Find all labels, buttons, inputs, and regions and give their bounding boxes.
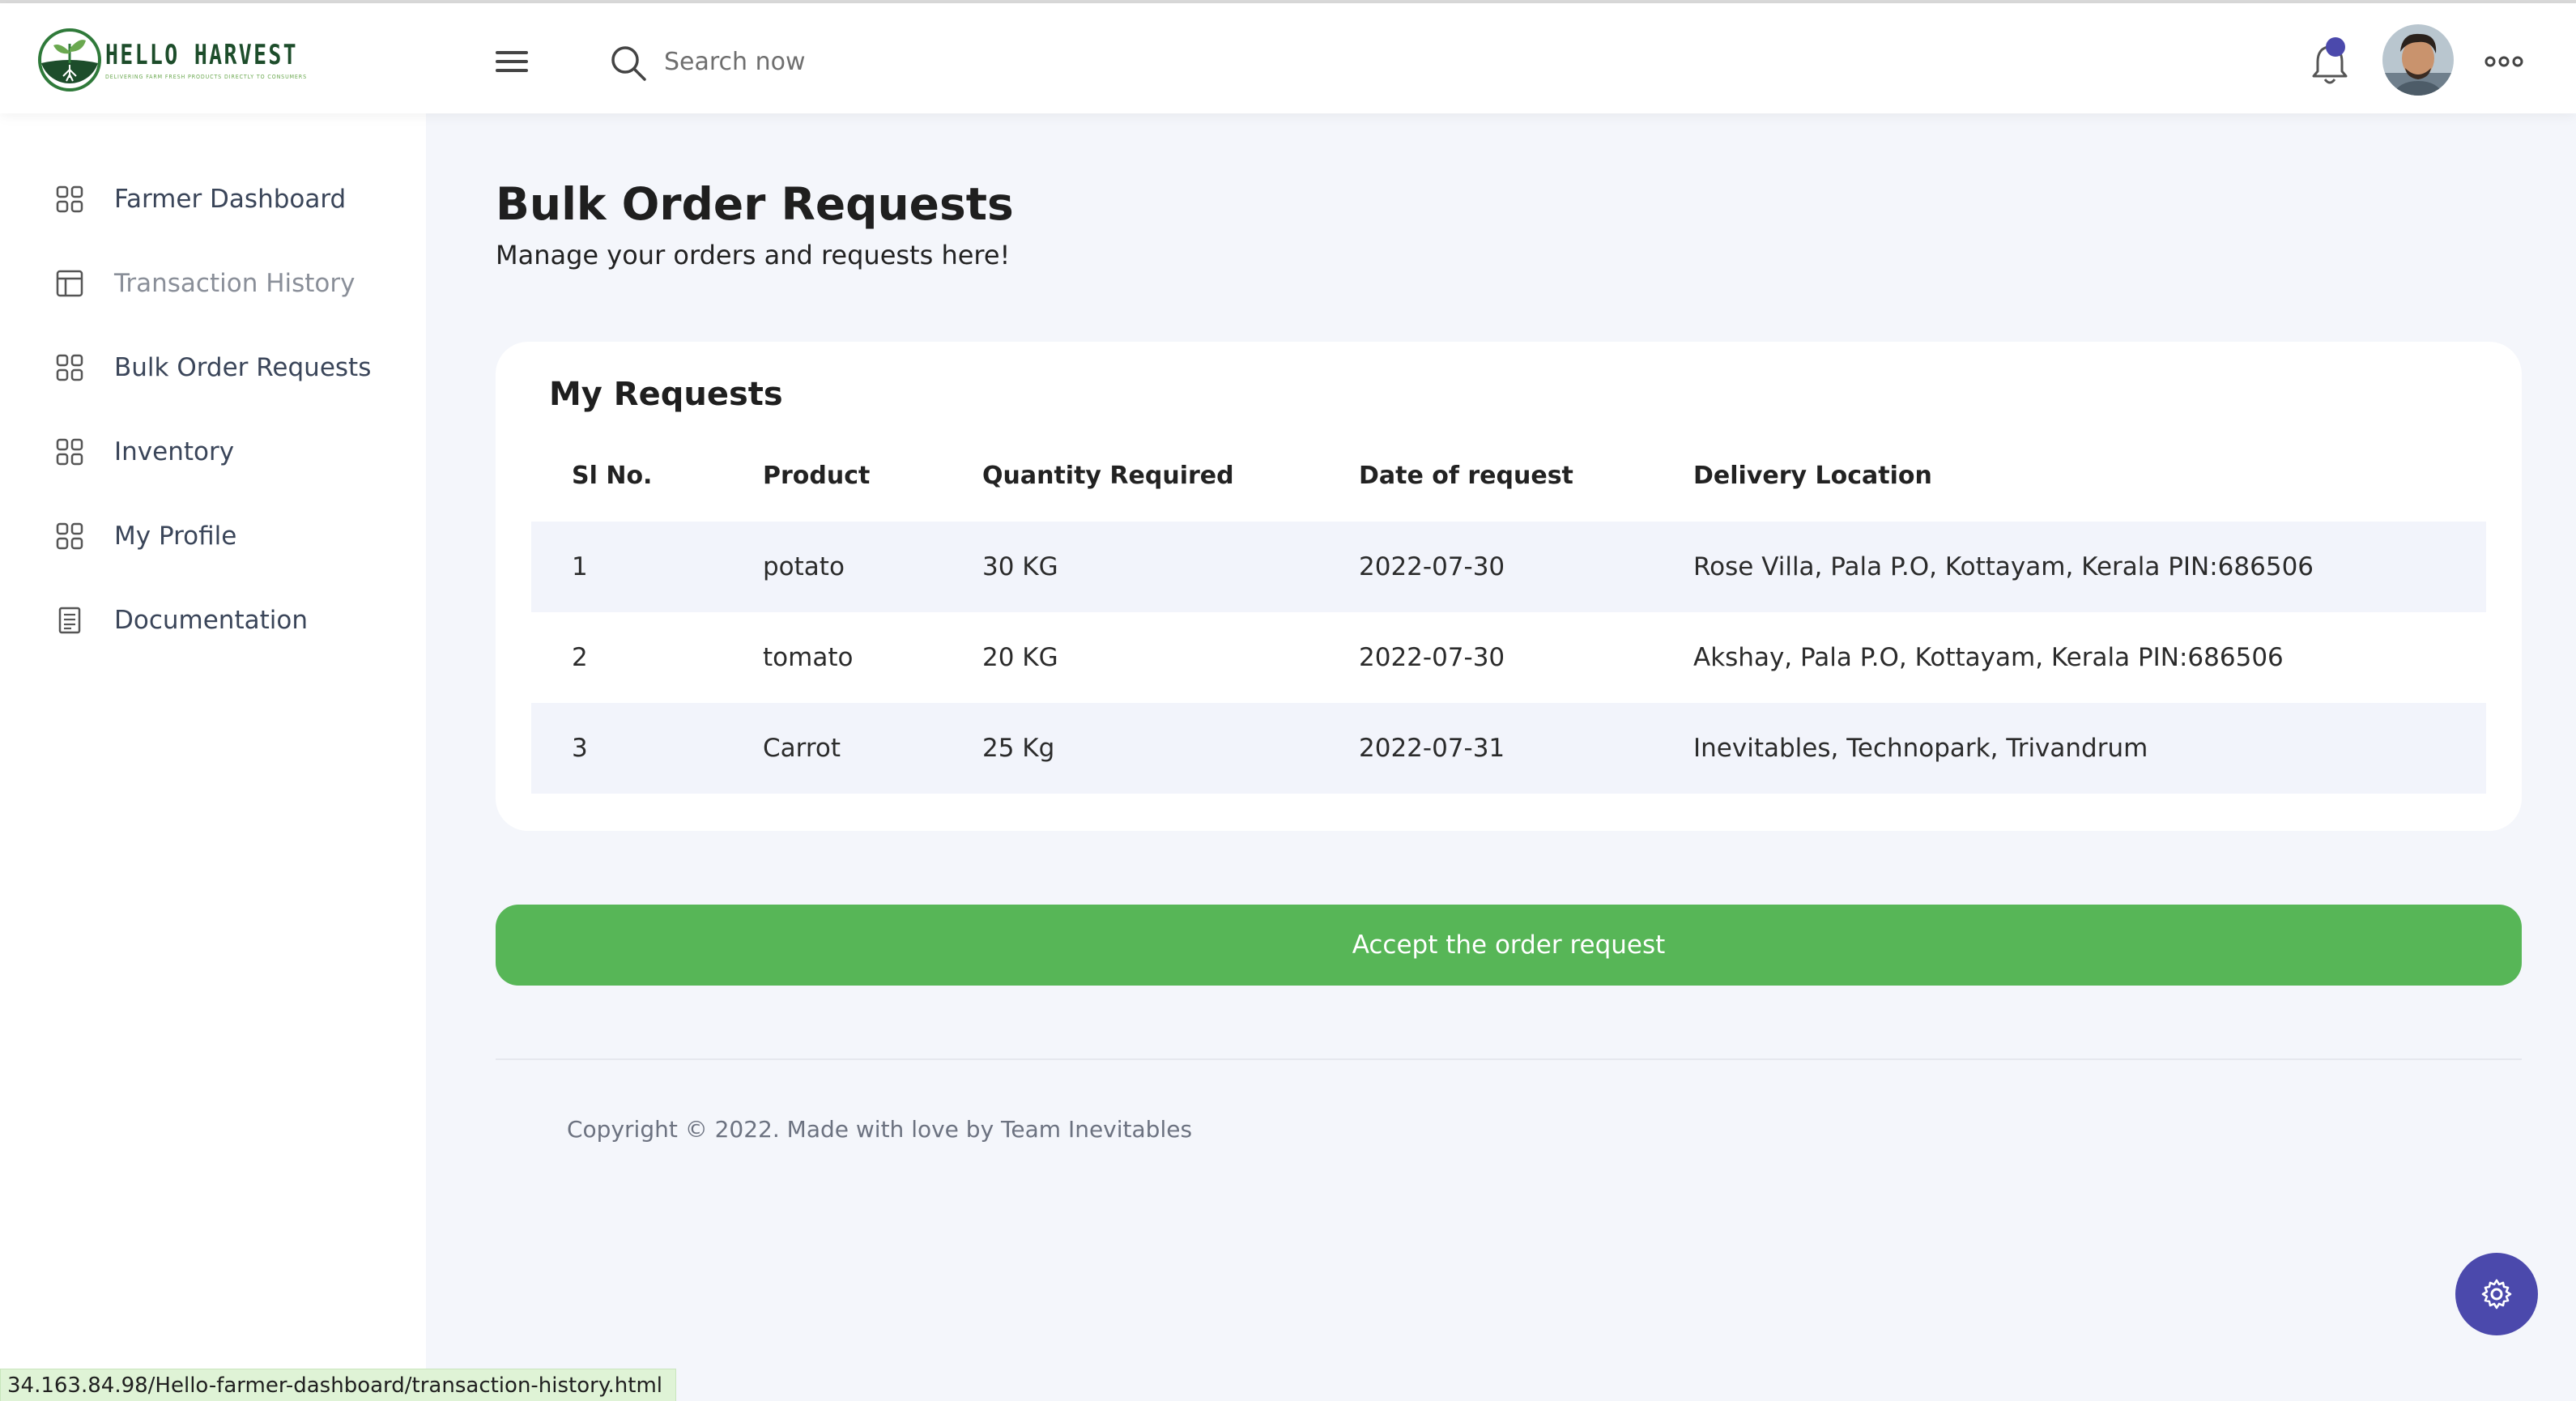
cell-location: Inevitables, Technopark, Trivandrum [1693, 734, 2148, 763]
user-avatar-icon [2382, 24, 2454, 96]
column-header-date: Date of request [1359, 462, 1573, 490]
cell-date: 2022-07-30 [1359, 552, 1505, 581]
sidebar-item-label: Transaction History [114, 269, 356, 298]
search-icon[interactable] [609, 44, 648, 83]
table-row[interactable]: 2 tomato 20 KG 2022-07-30 Akshay, Pala P… [531, 612, 2486, 703]
footer-copyright: Copyright © 2022. Made with love by Team… [567, 1116, 1193, 1143]
cell-sl-no: 2 [572, 643, 588, 672]
sidebar-item-label: Inventory [114, 437, 235, 466]
sidebar-item-transaction-history[interactable]: Transaction History [0, 245, 426, 322]
brand-logo[interactable]: HELLO HARVEST DELIVERING FARM FRESH PROD… [37, 26, 352, 94]
layout-icon [56, 270, 83, 297]
grid-icon [56, 438, 83, 466]
top-navbar: HELLO HARVEST DELIVERING FARM FRESH PROD… [0, 3, 2576, 113]
cell-location: Akshay, Pala P.O, Kottayam, Kerala PIN:6… [1693, 643, 2284, 672]
search-input[interactable] [664, 39, 1231, 84]
grid-icon [56, 354, 83, 381]
cell-date: 2022-07-31 [1359, 734, 1505, 763]
status-bar-url: 34.163.84.98/Hello-farmer-dashboard/tran… [0, 1369, 677, 1401]
grid-icon [56, 185, 83, 213]
footer-divider [496, 1058, 2522, 1060]
cell-date: 2022-07-30 [1359, 643, 1505, 672]
card-title: My Requests [549, 376, 783, 413]
more-horizontal-icon[interactable] [2484, 53, 2523, 70]
document-icon [58, 607, 81, 634]
column-header-sl-no: Sl No. [572, 462, 653, 490]
sidebar-item-farmer-dashboard[interactable]: Farmer Dashboard [0, 160, 426, 238]
cell-product: potato [763, 552, 845, 581]
sidebar-item-label: My Profile [114, 522, 237, 551]
sidebar-item-label: Bulk Order Requests [114, 353, 372, 382]
page-subtitle: Manage your orders and requests here! [496, 240, 1011, 270]
cell-quantity: 30 KG [982, 552, 1058, 581]
page-title: Bulk Order Requests [496, 178, 1014, 230]
table-row[interactable]: 3 Carrot 25 Kg 2022-07-31 Inevitables, T… [531, 703, 2486, 794]
requests-card: My Requests Sl No. Product Quantity Requ… [496, 342, 2522, 831]
cell-product: tomato [763, 643, 854, 672]
column-header-product: Product [763, 462, 871, 490]
sidebar-item-label: Documentation [114, 606, 308, 635]
column-header-quantity: Quantity Required [982, 462, 1234, 490]
column-header-location: Delivery Location [1693, 462, 1932, 490]
cell-location: Rose Villa, Pala P.O, Kottayam, Kerala P… [1693, 552, 2314, 581]
settings-button[interactable] [2455, 1253, 2538, 1335]
sidebar-item-bulk-order-requests[interactable]: Bulk Order Requests [0, 329, 426, 407]
sidebar-item-documentation[interactable]: Documentation [0, 581, 426, 659]
sidebar: Farmer Dashboard Transaction History Bul… [0, 113, 426, 1401]
gear-icon [2481, 1279, 2512, 1309]
sidebar-item-label: Farmer Dashboard [114, 185, 347, 214]
cell-sl-no: 3 [572, 734, 588, 763]
avatar[interactable] [2382, 24, 2454, 96]
grid-icon [56, 522, 83, 550]
sprout-logo-icon [38, 28, 101, 92]
table-row[interactable]: 1 potato 30 KG 2022-07-30 Rose Villa, Pa… [531, 522, 2486, 612]
brand-tagline: DELIVERING FARM FRESH PRODUCTS DIRECTLY … [105, 74, 307, 80]
notification-dot [2326, 37, 2345, 57]
menu-icon[interactable] [496, 49, 528, 75]
cell-quantity: 25 Kg [982, 734, 1055, 763]
cell-quantity: 20 KG [982, 643, 1058, 672]
sidebar-item-my-profile[interactable]: My Profile [0, 497, 426, 575]
accept-order-button[interactable]: Accept the order request [496, 905, 2522, 986]
brand-name: HELLO HARVEST [105, 39, 298, 71]
cell-product: Carrot [763, 734, 841, 763]
cell-sl-no: 1 [572, 552, 588, 581]
sidebar-item-inventory[interactable]: Inventory [0, 413, 426, 491]
